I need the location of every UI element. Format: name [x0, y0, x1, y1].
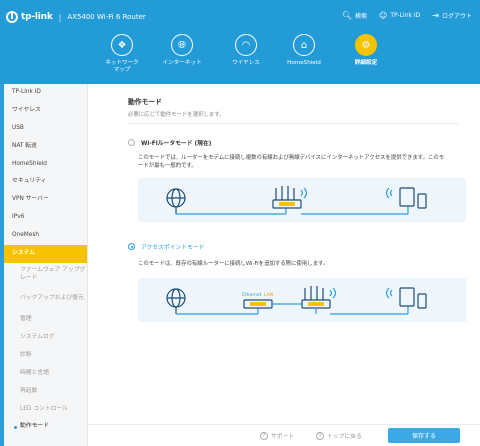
- sidebar-sub-firmware[interactable]: ファームウェア アップグレード: [4, 263, 87, 287]
- sidebar-sub-system-log[interactable]: システムログ: [4, 329, 87, 347]
- sidebar-sub-time-language[interactable]: 時間と言語: [4, 365, 87, 383]
- sidebar-item-ipv6[interactable]: IPv6: [4, 209, 87, 227]
- ap-mode-radio[interactable]: [128, 243, 135, 250]
- ap-mode-label: アクセスポイントモード: [141, 245, 205, 251]
- search-icon: 🔍︎: [341, 11, 353, 20]
- nav-wireless[interactable]: ◠ ワイヤレス: [216, 34, 276, 67]
- main-nav: ❖ ネットワーク マップ 🌐︎ インターネット ◠ ワイヤレス ⌂ HomeSh…: [92, 34, 392, 80]
- page-title: 動作モード: [128, 98, 162, 106]
- support-icon: ?: [260, 431, 268, 440]
- sidebar-item-system[interactable]: システム: [4, 245, 87, 263]
- brand-name: tp-link: [21, 12, 53, 22]
- back-to-top-label: トップに戻る: [327, 434, 362, 440]
- sidebar-item-security[interactable]: セキュリティ: [4, 173, 87, 191]
- support-link[interactable]: ? サポート: [260, 431, 294, 440]
- support-label: サポート: [271, 434, 295, 440]
- router-mode-option[interactable]: Wi-Fiルータモード (現在): [128, 138, 211, 147]
- network-map-icon: ❖: [111, 34, 133, 56]
- search-label: 検索: [355, 13, 368, 20]
- ap-mode-diagram: Ethernet LAN: [138, 278, 466, 322]
- sidebar-sub-led[interactable]: LED コントロール: [4, 400, 87, 418]
- nav-internet[interactable]: 🌐︎ インターネット: [152, 34, 212, 67]
- router-mode-radio[interactable]: [128, 139, 135, 146]
- nav-network-map[interactable]: ❖ ネットワーク マップ: [92, 34, 152, 74]
- tplink-id-button[interactable]: ☺ TP-Link ID: [379, 11, 420, 20]
- tplink-id-label: TP-Link ID: [390, 12, 421, 19]
- logout-icon: ⇥: [432, 11, 439, 20]
- ap-mode-diagram-svg: Ethernet LAN: [166, 286, 427, 315]
- sidebar-item-wireless[interactable]: ワイヤレス: [4, 102, 87, 120]
- wireless-icon: ◠: [235, 34, 257, 56]
- nav-label: ワイヤレス: [232, 60, 260, 66]
- page-subtitle: 必要に応じて動作モードを選択します。: [128, 110, 458, 124]
- homeshield-icon: ⌂: [293, 34, 315, 56]
- current-indicator-icon: [14, 425, 17, 429]
- nav-label: HomeShield: [287, 60, 321, 66]
- sidebar-item-onemesh[interactable]: OneMesh: [4, 227, 87, 245]
- router-mode-diagram-svg: [166, 186, 427, 215]
- sidebar-sub-label: 動作モード: [20, 423, 49, 430]
- nav-advanced[interactable]: ⚙ 詳細設定: [336, 34, 396, 67]
- tp-link-logo-icon: [6, 11, 18, 23]
- sidebar-sub-backup[interactable]: バックアップおよび復元: [4, 287, 87, 311]
- user-icon: ☺: [379, 11, 388, 20]
- computer-icon: [399, 187, 415, 207]
- ap-mode-description: このモードは、既存の有線ルーターに接続しWi-Fiを追加する際に使用します。: [138, 261, 329, 267]
- nav-label: ネットワーク マップ: [105, 60, 139, 73]
- sidebar-item-homeshield[interactable]: HomeShield: [4, 156, 87, 174]
- sidebar-item-tplink-id[interactable]: TP-Link ID: [4, 84, 87, 102]
- search-button[interactable]: 🔍︎ 検索: [342, 11, 367, 20]
- ethernet-label: Ethernet: [242, 292, 262, 298]
- brand-separator: |: [58, 12, 62, 22]
- lan-label: LAN: [264, 292, 273, 298]
- logout-label: ログアウト: [441, 13, 472, 20]
- router-mode-label: Wi-Fiルータモード (現在): [141, 141, 212, 147]
- phone-icon: [417, 293, 427, 309]
- top-header: tp-link | AX5400 Wi-Fi 6 Router 🔍︎ 検索 ☺ …: [0, 0, 480, 84]
- router-mode-description: このモードでは、ルーターをモデムに接続し複数の有線および無線デバイスにインターネ…: [138, 155, 445, 169]
- sidebar-sub-diagnostics[interactable]: 診断: [4, 347, 87, 365]
- sidebar: TP-Link ID ワイヤレス USB NAT 転送 HomeShield セ…: [4, 84, 88, 446]
- sidebar-sub-admin[interactable]: 管理: [4, 311, 87, 329]
- phone-icon: [417, 193, 427, 209]
- footer-bar: ? サポート ↑ トップに戻る 保存する: [88, 424, 480, 446]
- sidebar-item-usb[interactable]: USB: [4, 120, 87, 138]
- brand[interactable]: tp-link | AX5400 Wi-Fi 6 Router: [6, 10, 146, 24]
- ap-mode-option[interactable]: アクセスポイントモード: [128, 242, 204, 251]
- sidebar-sub-reboot[interactable]: 再起動: [4, 382, 87, 400]
- nav-homeshield[interactable]: ⌂ HomeShield: [274, 34, 334, 67]
- back-to-top-link[interactable]: ↑ トップに戻る: [316, 431, 362, 440]
- arrow-up-icon: ↑: [316, 431, 324, 440]
- computer-icon: [399, 287, 415, 307]
- internet-icon: 🌐︎: [171, 34, 193, 56]
- sidebar-sub-operation-mode[interactable]: 動作モード: [4, 418, 87, 436]
- nav-label: インターネット: [162, 60, 202, 66]
- nav-label: 詳細設定: [354, 60, 378, 66]
- sidebar-item-vpn-server[interactable]: VPN サーバー: [4, 191, 87, 209]
- logout-button[interactable]: ⇥ ログアウト: [432, 11, 472, 20]
- save-button[interactable]: 保存する: [388, 428, 460, 443]
- router-model: AX5400 Wi-Fi 6 Router: [67, 13, 146, 21]
- sidebar-item-nat[interactable]: NAT 転送: [4, 138, 87, 156]
- gear-icon: ⚙: [355, 34, 377, 56]
- top-actions: 🔍︎ 検索 ☺ TP-Link ID ⇥ ログアウト: [330, 11, 472, 20]
- main-frame: TP-Link ID ワイヤレス USB NAT 転送 HomeShield セ…: [4, 84, 480, 446]
- router-mode-diagram: [138, 178, 466, 222]
